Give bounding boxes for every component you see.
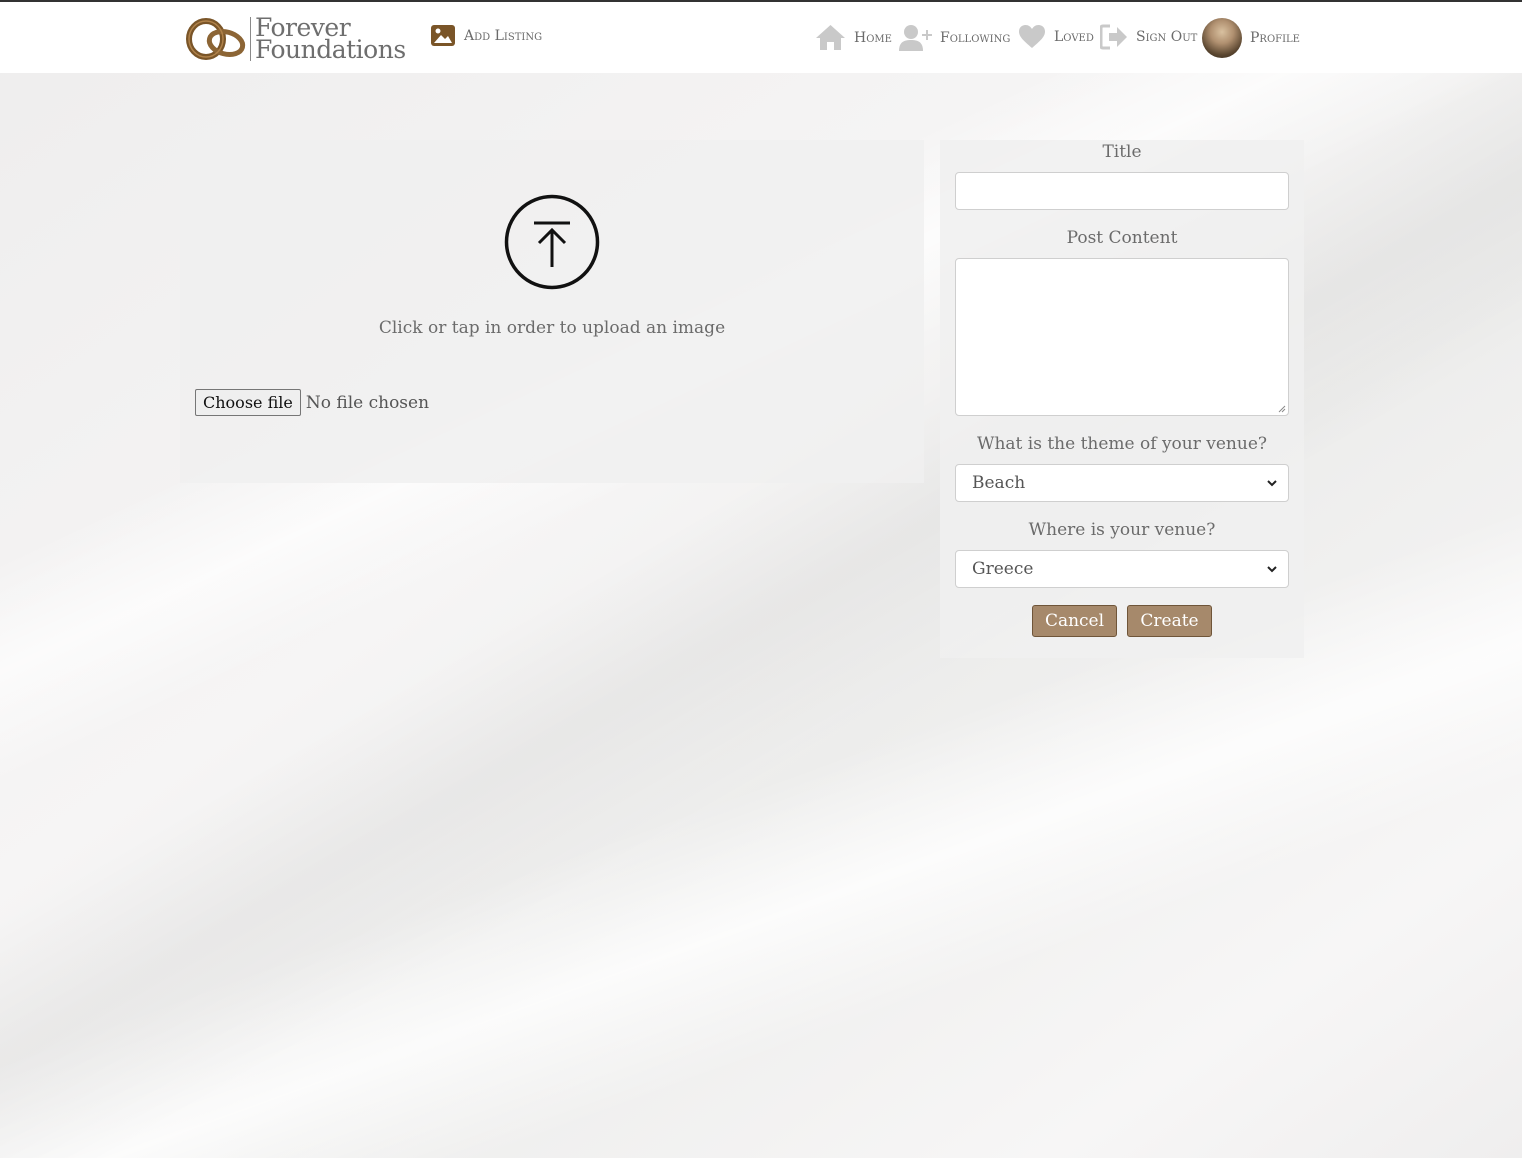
upload-prompt: Click or tap in order to upload an image: [378, 318, 726, 338]
location-select-value: Greece: [972, 559, 1034, 579]
nav-profile-label: Profile: [1250, 30, 1300, 46]
create-button[interactable]: Create: [1127, 605, 1212, 637]
nav-home-label: Home: [854, 29, 892, 46]
heart-icon: [1018, 24, 1046, 49]
brand-name: Forever Foundations: [255, 15, 406, 64]
cancel-button[interactable]: Cancel: [1032, 605, 1117, 637]
avatar: [1202, 18, 1242, 58]
image-upload-area[interactable]: Click or tap in order to upload an image…: [180, 140, 924, 483]
chevron-down-icon: [1267, 566, 1277, 573]
image-icon: [430, 24, 456, 47]
upload-arrow-icon: [504, 194, 600, 290]
nav-sign-out[interactable]: Sign Out: [1100, 24, 1197, 50]
file-status: No file chosen: [305, 392, 430, 413]
nav-following[interactable]: Following: [898, 24, 1010, 52]
title-input[interactable]: [955, 172, 1289, 210]
choose-file-button[interactable]: Choose file: [195, 389, 301, 416]
post-content-textarea[interactable]: [955, 258, 1289, 416]
nav-following-label: Following: [940, 30, 1011, 46]
nav-home[interactable]: Home: [815, 24, 892, 51]
title-label: Title: [1102, 142, 1142, 162]
rings-logo-icon: [186, 18, 246, 60]
resize-handle-icon[interactable]: [1278, 405, 1286, 413]
nav-loved-label: Loved: [1054, 28, 1094, 45]
nav-loved[interactable]: Loved: [1018, 24, 1094, 49]
location-label: Where is your venue?: [1028, 520, 1216, 540]
brand-divider: [250, 17, 251, 61]
nav-sign-out-label: Sign Out: [1136, 29, 1198, 45]
theme-label: What is the theme of your venue?: [976, 434, 1267, 454]
nav-add-listing[interactable]: Add Listing: [430, 24, 542, 47]
theme-select-value: Beach: [972, 473, 1026, 493]
nav-add-listing-label: Add Listing: [464, 27, 543, 44]
sign-out-icon: [1100, 24, 1128, 50]
nav-profile[interactable]: Profile: [1202, 18, 1300, 58]
theme-select[interactable]: Beach: [955, 464, 1289, 502]
post-content-label: Post Content: [1066, 228, 1178, 248]
file-input[interactable]: Choose file No file chosen: [195, 389, 429, 416]
navbar: Forever Foundations Add Listing Home Fol…: [0, 0, 1522, 73]
brand-logo-link[interactable]: Forever Foundations: [186, 14, 406, 64]
home-icon: [815, 24, 846, 51]
brand-line-2: Foundations: [255, 35, 406, 64]
user-plus-icon: [898, 24, 932, 52]
listing-form: Title Post Content What is the theme of …: [940, 140, 1304, 658]
location-select[interactable]: Greece: [955, 550, 1289, 588]
chevron-down-icon: [1267, 480, 1277, 487]
